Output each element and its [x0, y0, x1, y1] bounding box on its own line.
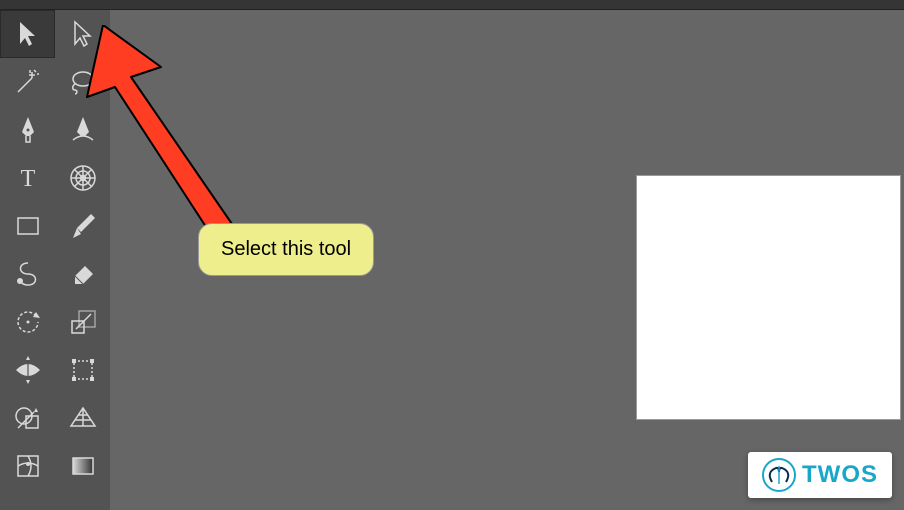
- toolbox: T: [0, 10, 110, 510]
- rotate-tool[interactable]: [0, 298, 55, 346]
- gradient-tool[interactable]: [55, 442, 110, 490]
- selection-tool[interactable]: [0, 10, 55, 58]
- shaper-tool[interactable]: [0, 250, 55, 298]
- pen-tool[interactable]: [0, 106, 55, 154]
- shape-builder-tool[interactable]: [0, 394, 55, 442]
- rectangle-tool[interactable]: [0, 202, 55, 250]
- polar-grid-tool[interactable]: [55, 154, 110, 202]
- watermark-logo-icon: [762, 458, 796, 492]
- curvature-tool[interactable]: [55, 106, 110, 154]
- paintbrush-tool[interactable]: [55, 202, 110, 250]
- type-tool[interactable]: T: [0, 154, 55, 202]
- artboard-canvas[interactable]: [636, 175, 901, 420]
- perspective-grid-tool[interactable]: [55, 394, 110, 442]
- width-tool[interactable]: [0, 346, 55, 394]
- callout-label: Select this tool: [198, 223, 374, 276]
- scale-tool[interactable]: [55, 298, 110, 346]
- magic-wand-tool[interactable]: [0, 58, 55, 106]
- direct-selection-tool[interactable]: [55, 10, 110, 58]
- svg-text:T: T: [20, 166, 35, 192]
- lasso-tool[interactable]: [55, 58, 110, 106]
- mesh-tool[interactable]: [0, 442, 55, 490]
- eraser-tool[interactable]: [55, 250, 110, 298]
- watermark: TWOS: [748, 452, 892, 498]
- watermark-text: TWOS: [802, 461, 878, 489]
- free-transform-tool[interactable]: [55, 346, 110, 394]
- top-bar: [0, 0, 904, 10]
